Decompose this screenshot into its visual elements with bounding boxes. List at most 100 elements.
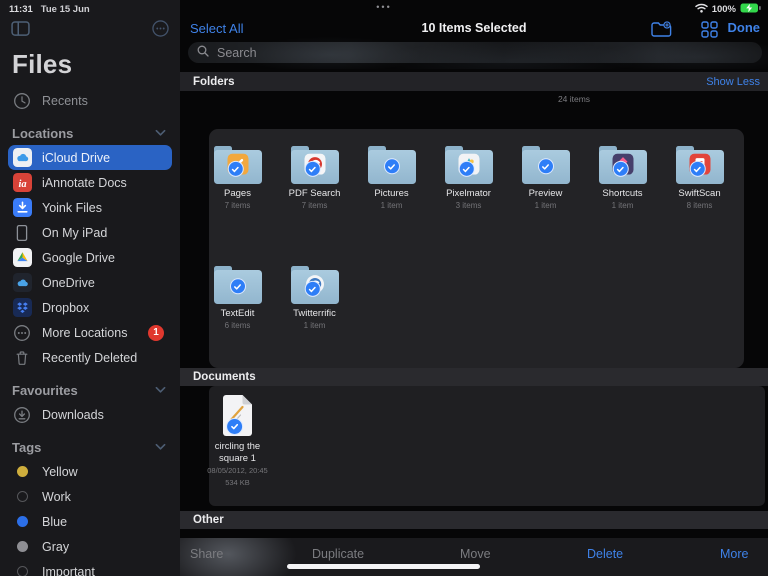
sidebar-item-iannotate-docs[interactable]: iaiAnnotate Docs bbox=[8, 170, 172, 195]
folder-name: Pictures bbox=[353, 188, 430, 199]
toolbar-delete-button[interactable]: Delete bbox=[587, 547, 623, 561]
show-less-button[interactable]: Show Less bbox=[706, 76, 760, 88]
folder-name: Pages bbox=[199, 188, 276, 199]
grid-view-icon[interactable] bbox=[698, 20, 720, 38]
more-options-icon[interactable] bbox=[152, 20, 169, 42]
clock-icon bbox=[12, 91, 32, 111]
sidebar-section-tags[interactable]: Tags bbox=[8, 437, 172, 457]
selected-checkmark-icon[interactable] bbox=[384, 158, 400, 174]
sidebar-item-dropbox[interactable]: Dropbox bbox=[8, 295, 172, 320]
ipad-files-app: 11:31 Tue 15 Jun 100% Files Recents Loca… bbox=[0, 0, 768, 576]
battery-percent: 100% bbox=[712, 4, 736, 15]
folder-item-preview[interactable]: Preview1 item bbox=[507, 146, 584, 210]
tag-color-dot bbox=[17, 566, 28, 576]
sidebar-item-yellow[interactable]: Yellow bbox=[8, 459, 172, 484]
folder-name: Pixelmator bbox=[430, 188, 507, 199]
folder-item-count: 1 item bbox=[584, 201, 661, 210]
selected-checkmark-icon[interactable] bbox=[227, 161, 243, 177]
selected-checkmark-icon[interactable] bbox=[458, 161, 474, 177]
selected-checkmark-icon[interactable] bbox=[612, 161, 628, 177]
sidebar-item-label: Google Drive bbox=[42, 251, 115, 265]
folder-item-count: 6 items bbox=[199, 321, 276, 330]
folder-name: Twitterrific bbox=[276, 308, 353, 319]
home-indicator[interactable] bbox=[287, 564, 480, 569]
icloud-drive-icon bbox=[12, 148, 32, 168]
other-section-header: Other bbox=[180, 511, 768, 529]
tag-color-dot bbox=[17, 491, 28, 502]
sidebar-item-label: iCloud Drive bbox=[42, 151, 110, 165]
sidebar-item-label: Yellow bbox=[42, 465, 78, 479]
wifi-icon bbox=[695, 3, 708, 16]
folder-item-shortcuts[interactable]: Shortcuts1 item bbox=[584, 146, 661, 210]
document-item-circling-the-square-1[interactable]: circling the square 108/05/2012, 20:4553… bbox=[199, 394, 276, 488]
sidebar-item-label: iAnnotate Docs bbox=[42, 176, 127, 190]
folder-icon bbox=[676, 146, 724, 184]
folder-item-textedit[interactable]: TextEdit 6 items bbox=[199, 266, 276, 330]
toolbar-duplicate-button[interactable]: Duplicate bbox=[312, 547, 364, 561]
sidebar-section-favourites[interactable]: Favourites bbox=[8, 380, 172, 400]
selected-checkmark-icon[interactable] bbox=[304, 161, 320, 177]
sidebar-item-label: Dropbox bbox=[42, 301, 89, 315]
folder-icon bbox=[214, 146, 262, 184]
section-label: Locations bbox=[12, 126, 73, 141]
sidebar-item-recently-deleted[interactable]: Recently Deleted bbox=[8, 345, 172, 370]
sidebar-section-locations[interactable]: Locations bbox=[8, 123, 172, 143]
sidebar-item-google-drive[interactable]: Google Drive bbox=[8, 245, 172, 270]
sidebar-item-label: Yoink Files bbox=[42, 201, 102, 215]
toolbar-share-button[interactable]: Share bbox=[190, 547, 223, 561]
select-all-button[interactable]: Select All bbox=[190, 21, 243, 36]
sidebar-item-label: Gray bbox=[42, 540, 69, 554]
folder-item-pictures[interactable]: Pictures 1 item bbox=[353, 146, 430, 210]
folder-item-pdf-search[interactable]: PDF Search7 items bbox=[276, 146, 353, 210]
sidebar-toggle-icon[interactable] bbox=[11, 21, 30, 41]
folder-item-count: 1 item bbox=[353, 201, 430, 210]
folder-name: TextEdit bbox=[199, 308, 276, 319]
folder-item-count: 8 items bbox=[661, 201, 738, 210]
sidebar-item-yoink-files[interactable]: Yoink Files bbox=[8, 195, 172, 220]
folder-item-pixelmator[interactable]: Pixelmator3 items bbox=[430, 146, 507, 210]
new-folder-icon[interactable] bbox=[650, 20, 672, 38]
folder-item-pages[interactable]: Pages7 items bbox=[199, 146, 276, 210]
sidebar-item-recents[interactable]: Recents bbox=[8, 88, 172, 113]
folder-item-twitterrific[interactable]: Twitterrific1 item bbox=[276, 266, 353, 330]
sidebar-item-gray[interactable]: Gray bbox=[8, 534, 172, 559]
sidebar-item-icloud-drive[interactable]: iCloud Drive bbox=[8, 145, 172, 170]
chevron-down-icon bbox=[155, 381, 166, 399]
sidebar-item-work[interactable]: Work bbox=[8, 484, 172, 509]
download-circle-icon bbox=[12, 405, 32, 425]
main-content: ••• Select All 10 Items Selected Done Fo… bbox=[180, 0, 768, 576]
document-size: 534 KB bbox=[199, 478, 276, 488]
selected-checkmark-icon[interactable] bbox=[226, 418, 243, 435]
sidebar-item-downloads[interactable]: Downloads bbox=[8, 402, 172, 427]
sidebar-item-more-locations[interactable]: More Locations1 bbox=[8, 320, 172, 345]
sidebar-item-label: Work bbox=[42, 490, 71, 504]
selected-checkmark-icon[interactable] bbox=[230, 278, 246, 294]
sidebar-item-blue[interactable]: Blue bbox=[8, 509, 172, 534]
folder-item-swiftscan[interactable]: SwiftScan8 items bbox=[661, 146, 738, 210]
selected-checkmark-icon[interactable] bbox=[304, 281, 320, 297]
folder-icon bbox=[368, 146, 416, 184]
sidebar-item-label: Recently Deleted bbox=[42, 351, 137, 365]
folder-icon bbox=[291, 146, 339, 184]
trash-icon bbox=[12, 348, 32, 368]
tag-color-dot bbox=[17, 516, 28, 527]
search-bar[interactable] bbox=[188, 42, 762, 63]
toolbar-move-button[interactable]: Move bbox=[460, 547, 491, 561]
selected-checkmark-icon[interactable] bbox=[538, 158, 554, 174]
yoink-icon bbox=[12, 198, 32, 218]
tag-color-dot bbox=[17, 541, 28, 552]
sidebar-item-onedrive[interactable]: OneDrive bbox=[8, 270, 172, 295]
search-icon bbox=[197, 44, 209, 62]
toolbar-more-button[interactable]: More bbox=[720, 547, 748, 561]
done-button[interactable]: Done bbox=[728, 20, 761, 35]
selected-checkmark-icon[interactable] bbox=[689, 161, 705, 177]
onedrive-icon bbox=[12, 273, 32, 293]
sidebar-item-important[interactable]: Important bbox=[8, 559, 172, 576]
sidebar-item-label: Important bbox=[42, 565, 95, 576]
dropbox-icon bbox=[12, 298, 32, 318]
sidebar-item-on-my-ipad[interactable]: On My iPad bbox=[8, 220, 172, 245]
folder-icon bbox=[522, 146, 570, 184]
folder-item-count: 7 items bbox=[276, 201, 353, 210]
status-time: 11:31 bbox=[9, 4, 33, 15]
search-input[interactable] bbox=[215, 45, 753, 61]
